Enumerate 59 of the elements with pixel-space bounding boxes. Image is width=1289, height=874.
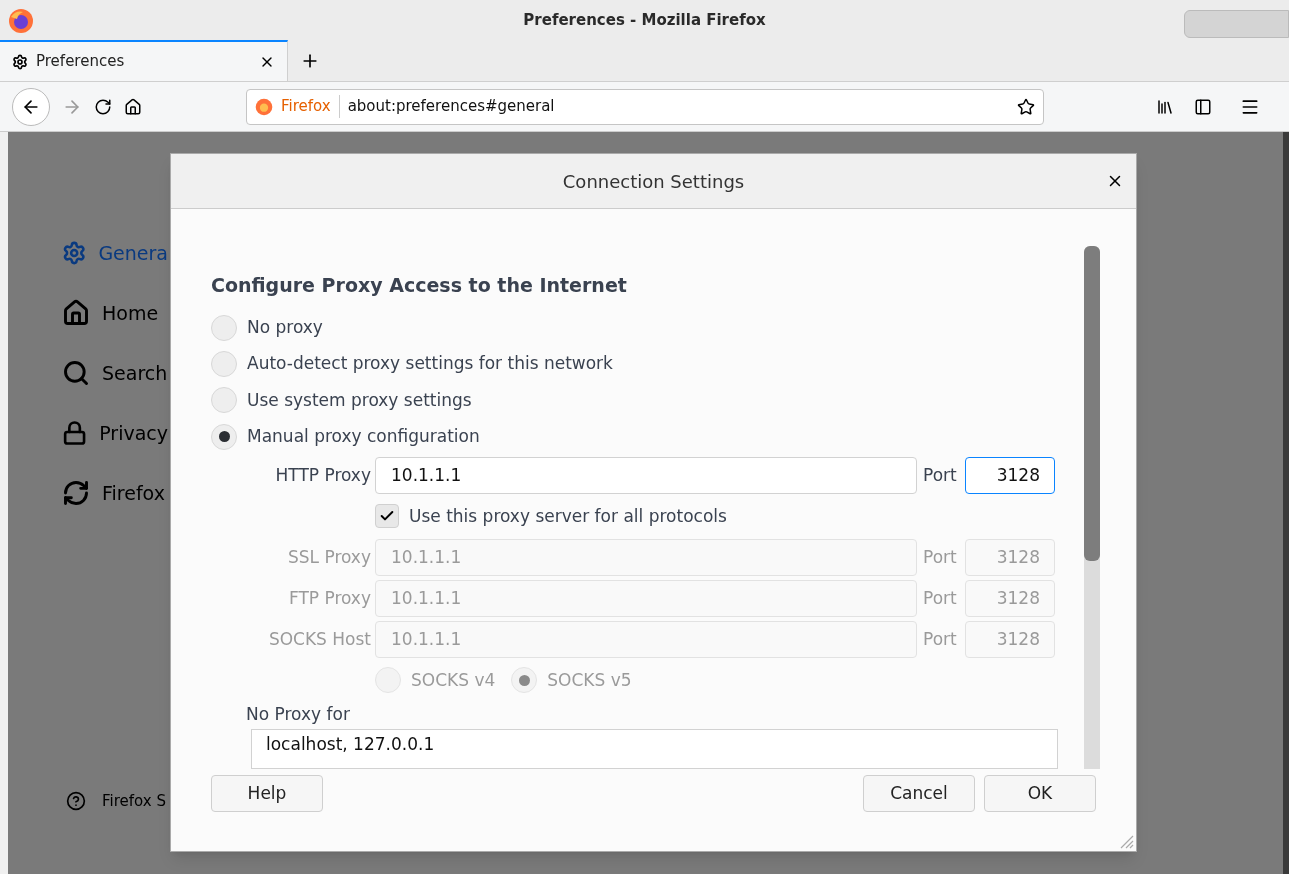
radio-button[interactable] xyxy=(211,314,237,341)
identity-label: Firefox xyxy=(281,95,340,118)
checkbox-label: Use this proxy server for all protocols xyxy=(409,504,727,528)
search-icon xyxy=(62,359,90,387)
sidebar-item[interactable]: Privacy xyxy=(62,416,168,450)
radio-label: Manual proxy configuration xyxy=(247,424,480,448)
gear-icon xyxy=(12,53,28,70)
radio-label: Auto-detect proxy settings for this network xyxy=(247,352,613,376)
back-button[interactable] xyxy=(12,87,50,126)
no-proxy-field[interactable]: localhost, 127.0.0.1 xyxy=(251,729,1058,769)
browser-tab[interactable]: Preferences xyxy=(0,40,288,81)
bookmark-star-icon[interactable] xyxy=(1017,97,1035,116)
sidebar-icon[interactable] xyxy=(1194,97,1212,116)
field-label: FTP Proxy xyxy=(287,586,372,610)
port-label: Port xyxy=(922,586,958,610)
window-title: Preferences - Mozilla Firefox xyxy=(523,9,766,31)
radio-button[interactable] xyxy=(211,350,237,377)
sync-arrows-icon xyxy=(62,479,90,507)
tab-title: Preferences xyxy=(36,51,125,73)
radio-label: Use system proxy settings xyxy=(247,388,472,412)
lock-icon xyxy=(62,419,88,447)
home-icon xyxy=(62,299,90,327)
dialog-title: Connection Settings xyxy=(562,169,745,194)
sidebar-item[interactable]: Firefox xyxy=(62,476,168,510)
home-icon[interactable] xyxy=(124,97,142,116)
dialog-button[interactable]: OK xyxy=(984,775,1096,812)
radio-label: SOCKS v5 xyxy=(547,668,632,692)
section-heading: Configure Proxy Access to the Internet xyxy=(211,273,628,298)
help-icon[interactable] xyxy=(66,791,86,812)
port-label: Port xyxy=(922,545,958,569)
gear-icon xyxy=(62,239,87,267)
sidebar-item[interactable]: Search xyxy=(62,356,168,390)
sidebar-item[interactable]: Home xyxy=(62,296,168,330)
radio-button[interactable] xyxy=(211,387,237,414)
radio-button[interactable] xyxy=(211,423,237,450)
port-label: Port xyxy=(922,463,958,487)
port-label: Port xyxy=(922,627,958,651)
field-label: SSL Proxy xyxy=(286,545,372,569)
field-label: No Proxy for xyxy=(245,702,351,726)
field-label: SOCKS Host xyxy=(267,627,372,651)
firefox-logo-icon xyxy=(255,97,273,116)
url-text: about:preferences#general xyxy=(347,96,555,118)
field-label: HTTP Proxy xyxy=(274,463,372,487)
address-bar[interactable]: Firefox about:preferences#general xyxy=(246,88,1044,125)
port-field[interactable]: 3128 xyxy=(965,456,1055,494)
support-link[interactable]: Firefox S xyxy=(102,790,166,813)
checkbox[interactable] xyxy=(375,504,399,529)
reload-icon[interactable] xyxy=(94,97,112,116)
scrollbar[interactable] xyxy=(1084,246,1100,769)
firefox-logo-icon xyxy=(8,8,34,34)
sidebar-item[interactable]: Genera xyxy=(62,236,168,270)
radio-label: No proxy xyxy=(247,315,323,339)
dialog-button[interactable]: Cancel xyxy=(863,775,975,812)
resize-grip-icon[interactable] xyxy=(1118,833,1134,849)
radio-label: SOCKS v4 xyxy=(411,668,496,692)
library-icon[interactable] xyxy=(1156,97,1174,116)
proxy-field[interactable]: 10.1.1.1 xyxy=(375,456,917,494)
dialog-button[interactable]: Help xyxy=(211,775,323,812)
radio-button[interactable] xyxy=(511,667,538,694)
